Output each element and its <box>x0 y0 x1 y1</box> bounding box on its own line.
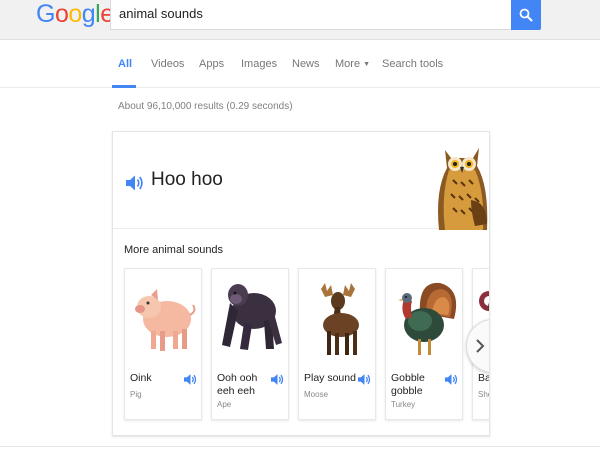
search-header: Google animal sounds <box>0 0 600 40</box>
animal-card-turkey[interactable]: Gobble gobble Turkey <box>385 268 463 420</box>
tab-videos[interactable]: Videos <box>151 58 184 70</box>
speaker-icon[interactable] <box>444 373 459 386</box>
animal-card-ape[interactable]: Ooh ooh eeh eeh Ape <box>211 268 289 420</box>
turkey-icon <box>398 282 457 355</box>
logo-letter-g2: g <box>81 0 96 28</box>
speaker-icon[interactable] <box>125 174 145 192</box>
featured-sound-panel: Hoo hoo <box>113 132 490 230</box>
animal-name: Moose <box>304 390 329 399</box>
pig-icon <box>135 289 196 351</box>
speaker-icon[interactable] <box>183 373 198 386</box>
animal-sound-text: Ooh ooh eeh eeh <box>217 372 258 397</box>
more-animal-sounds-heading: More animal sounds <box>124 244 224 256</box>
tab-images[interactable]: Images <box>241 58 277 70</box>
search-icon <box>519 8 533 22</box>
next-carousel-button[interactable] <box>466 319 489 373</box>
search-tabs: All Videos Apps Images News More ▼ Search… <box>0 40 600 88</box>
animal-sounds-card: Hoo hoo More animal sounds Oink Pig Ooh … <box>112 131 490 436</box>
animal-name: Turkey <box>391 400 416 409</box>
moose-icon <box>317 281 359 355</box>
animal-card-moose[interactable]: Play sound Moose <box>298 268 376 420</box>
tab-news[interactable]: News <box>292 58 320 70</box>
speaker-icon[interactable] <box>357 373 372 386</box>
search-button[interactable] <box>511 0 541 30</box>
tab-more[interactable]: More ▼ <box>335 58 370 70</box>
search-query: animal sounds <box>119 6 203 21</box>
owl-icon[interactable] <box>431 140 490 230</box>
speaker-icon[interactable] <box>270 373 285 386</box>
caret-down-icon: ▼ <box>363 61 370 68</box>
search-input[interactable]: animal sounds <box>110 0 512 30</box>
result-stats: About 96,10,000 results (0.29 seconds) <box>118 101 293 112</box>
animal-card-pig[interactable]: Oink Pig <box>124 268 202 420</box>
logo-letter-o2: o <box>68 0 82 28</box>
tab-more-label: More <box>335 58 361 70</box>
gorilla-icon <box>222 284 282 350</box>
tab-apps[interactable]: Apps <box>199 58 224 70</box>
animal-name: Ape <box>217 400 232 409</box>
chevron-right-icon <box>476 339 485 353</box>
featured-sound-text: Hoo hoo <box>151 169 223 190</box>
animal-name: She <box>478 390 489 399</box>
animal-sound-text: Ba <box>478 372 490 384</box>
divider <box>0 446 600 447</box>
logo-letter-g1: G <box>36 0 55 28</box>
tab-search-tools[interactable]: Search tools <box>382 58 443 70</box>
animal-sound-text: Play sound <box>304 372 356 384</box>
logo-letter-o1: o <box>54 0 69 28</box>
google-logo[interactable]: Google <box>36 0 114 28</box>
tab-all[interactable]: All <box>118 58 132 70</box>
animal-sound-text: Gobble gobble <box>391 372 425 397</box>
animal-sound-text: Oink <box>130 372 152 384</box>
animal-name: Pig <box>130 390 142 399</box>
active-tab-indicator <box>112 85 136 88</box>
